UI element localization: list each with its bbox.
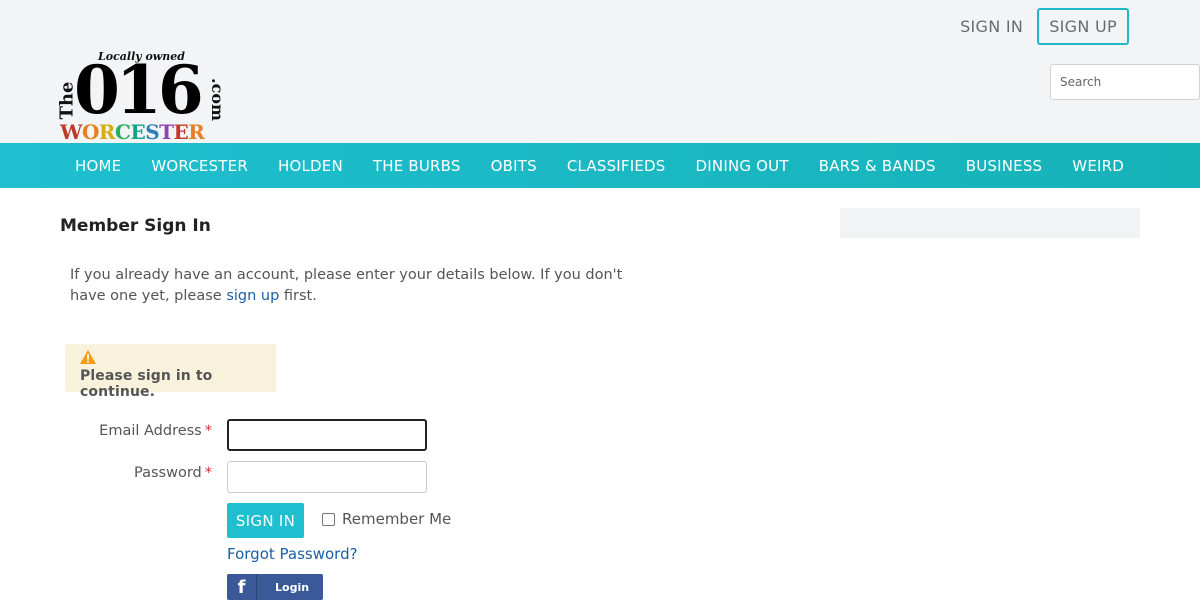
facebook-login-button[interactable]: f Login	[227, 574, 323, 600]
facebook-login-label: Login	[275, 580, 310, 594]
required-mark: *	[204, 423, 212, 439]
warning-icon	[80, 350, 96, 364]
nav-item-holden[interactable]: HOLDEN	[263, 157, 358, 175]
main-nav: HOME WORCESTER HOLDEN THE BURBS OBITS CL…	[0, 143, 1200, 188]
nav-item-home[interactable]: HOME	[60, 157, 136, 175]
password-field[interactable]	[227, 461, 427, 493]
nav-item-obits[interactable]: OBITS	[476, 157, 552, 175]
auth-links: SIGN IN SIGN UP	[960, 8, 1129, 45]
remember-me-checkbox[interactable]	[322, 512, 335, 526]
logo-city: WORCESTER	[60, 120, 205, 144]
site-header: SIGN IN SIGN UP Locally owned The 016 .c…	[0, 0, 1200, 144]
nav-item-worcester[interactable]: WORCESTER	[136, 157, 263, 175]
logo-number: 016	[74, 51, 204, 129]
password-label: Password *	[134, 465, 212, 481]
sign-in-button[interactable]: SIGN IN	[227, 503, 304, 538]
forgot-password-link[interactable]: Forgot Password?	[227, 545, 358, 563]
required-mark: *	[204, 465, 212, 481]
sidebar-placeholder	[840, 208, 1140, 238]
alert-message: Please sign in to continue.	[80, 368, 213, 400]
nav-item-business[interactable]: BUSINESS	[951, 157, 1058, 175]
nav-item-bars-bands[interactable]: BARS & BANDS	[804, 157, 951, 175]
nav-item-weird[interactable]: WEIRD	[1057, 157, 1139, 175]
sign-up-link[interactable]: sign up	[226, 288, 279, 304]
header-sign-in-link[interactable]: SIGN IN	[960, 17, 1023, 36]
email-field[interactable]	[227, 419, 427, 451]
page-title: Member Sign In	[60, 216, 211, 236]
facebook-icon: f	[227, 574, 257, 600]
nav-item-the-burbs[interactable]: THE BURBS	[358, 157, 476, 175]
header-sign-up-button[interactable]: SIGN UP	[1037, 8, 1129, 45]
email-label: Email Address *	[99, 423, 212, 439]
remember-me-label[interactable]: Remember Me	[342, 510, 451, 528]
nav-item-classifieds[interactable]: CLASSIFIEDS	[552, 157, 681, 175]
intro-text: If you already have an account, please e…	[70, 267, 623, 304]
logo-dotcom: .com	[207, 78, 227, 121]
nav-item-dining-out[interactable]: DINING OUT	[681, 157, 804, 175]
remember-me[interactable]: Remember Me	[322, 510, 451, 528]
sign-in-alert: Please sign in to continue.	[65, 344, 276, 400]
site-logo[interactable]: Locally owned The 016 .com WORCESTER	[56, 50, 226, 144]
search-input[interactable]	[1050, 64, 1200, 100]
